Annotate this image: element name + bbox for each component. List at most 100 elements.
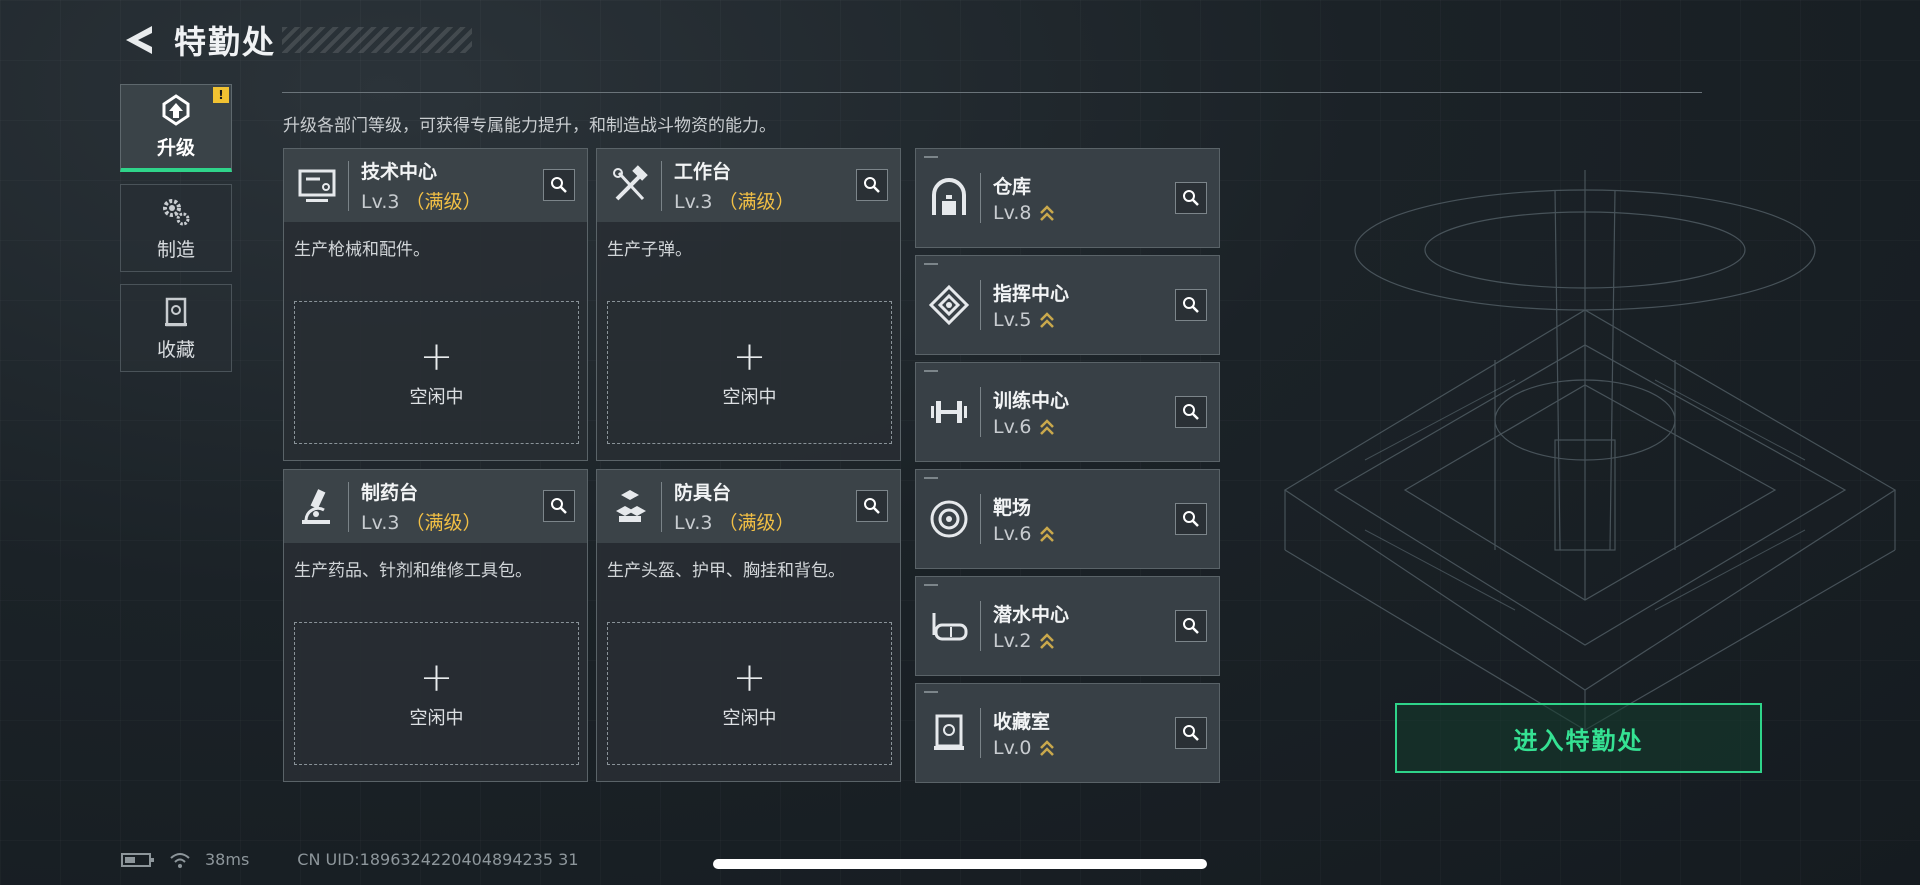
facility-name: 靶场 — [993, 497, 1032, 519]
inspect-button[interactable] — [1175, 182, 1207, 214]
header-separator — [348, 481, 349, 532]
search-icon — [1183, 725, 1199, 741]
inspect-button[interactable] — [1175, 289, 1207, 321]
upgrade-icon — [162, 94, 190, 126]
facility-name: 潜水中心 — [993, 604, 1070, 626]
production-slot[interactable]: + 空闲中 — [607, 301, 892, 444]
facility-level: Lv.0 — [993, 737, 1055, 759]
search-icon — [864, 498, 880, 514]
plus-icon: + — [732, 654, 767, 701]
production-slot[interactable]: + 空闲中 — [294, 301, 579, 444]
facility-name: 训练中心 — [993, 390, 1070, 412]
upgrade-available-icon — [1040, 740, 1055, 756]
facility-level: Lv.8 — [993, 202, 1055, 224]
nav-item-collection[interactable]: 收藏 — [120, 284, 232, 372]
slot-status: 空闲中 — [722, 386, 777, 408]
inspect-button[interactable] — [1175, 396, 1207, 428]
side-nav: ! 升级 制造 收藏 — [120, 84, 232, 384]
level-value: Lv.8 — [993, 202, 1032, 224]
level-value: Lv.3 — [361, 191, 400, 213]
facility-card-tech-center[interactable]: 技术中心 Lv.3 （满级） 生产枪械和配件。 + 空闲中 — [283, 148, 588, 461]
production-slot[interactable]: + 空闲中 — [294, 622, 579, 765]
max-level-tag: （满级） — [718, 512, 795, 534]
network-latency: 38ms — [205, 850, 250, 869]
search-icon — [1183, 618, 1199, 634]
facility-name: 技术中心 — [361, 161, 438, 183]
header-separator — [661, 160, 662, 211]
facility-level: Lv.5 — [993, 309, 1069, 331]
inspect-button[interactable] — [543, 490, 575, 522]
header-separator — [348, 160, 349, 211]
header-separator — [980, 494, 981, 544]
facility-card-workbench[interactable]: 工作台 Lv.3 （满级） 生产子弹。 + 空闲中 — [596, 148, 901, 461]
battery-icon — [121, 852, 154, 867]
collection-room-icon — [926, 710, 972, 756]
inspect-button[interactable] — [856, 169, 888, 201]
inspect-button[interactable] — [1175, 610, 1207, 642]
facility-name: 仓库 — [993, 176, 1032, 198]
inspect-button[interactable] — [543, 169, 575, 201]
inspect-button[interactable] — [1175, 717, 1207, 749]
search-icon — [1183, 297, 1199, 313]
level-value: Lv.0 — [993, 737, 1032, 759]
header-separator — [661, 481, 662, 532]
facility-level: Lv.3 （满级） — [674, 187, 795, 214]
plus-icon: + — [419, 654, 454, 701]
card-header: 工作台 Lv.3 （满级） — [597, 149, 900, 222]
facility-card-armory[interactable]: 防具台 Lv.3 （满级） 生产头盔、护甲、胸挂和背包。 + 空闲中 — [596, 469, 901, 782]
card-header: 制药台 Lv.3 （满级） — [284, 470, 587, 543]
card-header: 技术中心 Lv.3 （满级） — [284, 149, 587, 222]
search-icon — [1183, 190, 1199, 206]
search-icon — [1183, 404, 1199, 420]
card-corner-mark — [924, 584, 938, 586]
facility-description: 生产药品、针剂和维修工具包。 — [294, 561, 532, 581]
upgrade-available-icon — [1040, 526, 1055, 542]
facility-description: 生产子弹。 — [607, 240, 692, 260]
card-corner-mark — [924, 477, 938, 479]
production-slot[interactable]: + 空闲中 — [607, 622, 892, 765]
nav-item-upgrade[interactable]: ! 升级 — [120, 84, 232, 172]
header-separator — [980, 708, 981, 758]
back-button[interactable] — [120, 20, 160, 60]
base-illustration — [1283, 170, 1897, 730]
facility-card-pharmacy[interactable]: 制药台 Lv.3 （满级） 生产药品、针剂和维修工具包。 + 空闲中 — [283, 469, 588, 782]
upgrade-available-icon — [1040, 312, 1055, 328]
level-value: Lv.3 — [674, 512, 713, 534]
slot-status: 空闲中 — [409, 386, 464, 408]
card-header: 防具台 Lv.3 （满级） — [597, 470, 900, 543]
facility-card-command-center[interactable]: 指挥中心 Lv.5 — [915, 255, 1220, 355]
user-uid: CN UID:1896324220404894235 31 — [297, 850, 579, 869]
facility-description: 生产头盔、护甲、胸挂和背包。 — [607, 561, 845, 581]
inspect-button[interactable] — [856, 490, 888, 522]
inspect-button[interactable] — [1175, 503, 1207, 535]
warning-badge: ! — [213, 87, 229, 103]
search-icon — [864, 177, 880, 193]
title-decoration — [282, 27, 473, 53]
level-value: Lv.6 — [993, 523, 1032, 545]
facility-name: 工作台 — [674, 161, 732, 183]
nav-item-craft[interactable]: 制造 — [120, 184, 232, 272]
max-level-tag: （满级） — [405, 512, 482, 534]
facility-card-training-center[interactable]: 训练中心 Lv.6 — [915, 362, 1220, 462]
facility-level: Lv.3 （满级） — [361, 187, 482, 214]
facility-card-diving-center[interactable]: 潜水中心 Lv.2 — [915, 576, 1220, 676]
facility-card-warehouse[interactable]: 仓库 Lv.8 — [915, 148, 1220, 248]
facility-card-shooting-range[interactable]: 靶场 Lv.6 — [915, 469, 1220, 569]
search-icon — [551, 498, 567, 514]
max-level-tag: （满级） — [405, 191, 482, 213]
enter-button-label: 进入特勤处 — [1513, 726, 1644, 755]
card-corner-mark — [924, 370, 938, 372]
max-level-tag: （满级） — [718, 191, 795, 213]
home-indicator[interactable] — [713, 859, 1207, 869]
nav-label: 升级 — [156, 137, 195, 159]
gears-icon — [163, 198, 190, 225]
back-arrow-icon — [126, 26, 152, 54]
enter-special-ops-button[interactable]: 进入特勤处 — [1395, 703, 1762, 773]
facility-card-collection-room[interactable]: 收藏室 Lv.0 — [915, 683, 1220, 783]
header-separator — [980, 280, 981, 330]
target-icon — [926, 496, 972, 542]
page-title: 特勤处 — [174, 23, 277, 61]
level-value: Lv.3 — [674, 191, 713, 213]
plus-icon: + — [732, 333, 767, 380]
armor-icon — [607, 484, 653, 530]
